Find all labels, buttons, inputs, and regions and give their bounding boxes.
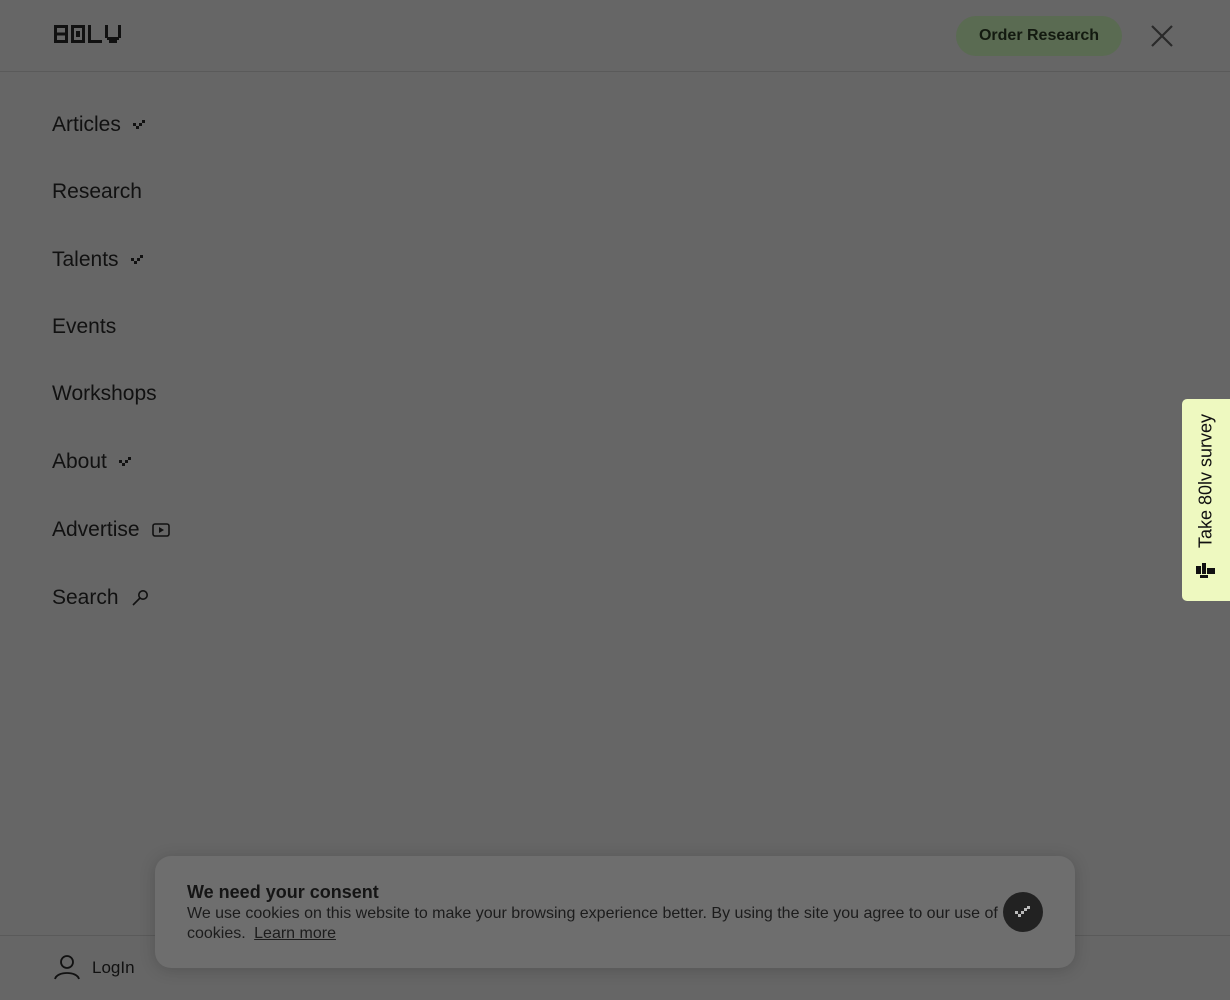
- nav-item-label: Talents: [52, 248, 119, 271]
- consent-title: We need your consent: [187, 882, 379, 902]
- accept-cookies-button[interactable]: [1003, 892, 1043, 932]
- nav-item-advertise[interactable]: Advertise: [52, 510, 170, 550]
- user-icon[interactable]: [54, 954, 80, 985]
- nav-item-label: Events: [52, 315, 117, 338]
- survey-logo-icon: [1196, 563, 1216, 584]
- nav-item-events[interactable]: Events: [52, 307, 116, 347]
- survey-label: Take 80lv survey: [1195, 413, 1216, 549]
- nav-item-label: Research: [52, 180, 142, 203]
- nav-item-label: Workshops: [52, 382, 157, 405]
- nav-item-label: Articles: [52, 113, 121, 136]
- consent-text-block: We use cookies on this website to make y…: [187, 904, 1007, 944]
- nav-item-workshops[interactable]: Workshops: [52, 374, 157, 414]
- logo-mark: [54, 25, 121, 43]
- pixel-check-icon: [1015, 906, 1030, 917]
- nav-item-talents[interactable]: Talents: [52, 240, 145, 280]
- pixel-arrow-icon: [130, 255, 145, 265]
- nav-item-label: Advertise: [52, 518, 140, 541]
- pixel-arrow-icon: [132, 120, 147, 130]
- nav-item-label: Search: [52, 586, 119, 609]
- nav-item-articles[interactable]: Articles: [52, 105, 147, 145]
- learn-more-link[interactable]: Learn more: [254, 925, 336, 942]
- play-icon: [151, 523, 170, 537]
- order-research-button[interactable]: Order Research: [956, 16, 1122, 56]
- header: Order Research: [0, 0, 1230, 72]
- login-link[interactable]: LogIn: [92, 958, 135, 978]
- nav-item-about[interactable]: About: [52, 442, 133, 482]
- nav-item-search[interactable]: Search: [52, 578, 149, 618]
- survey-tab[interactable]: Take 80lv survey: [1182, 399, 1230, 601]
- cookie-consent-banner: We need your consent We use cookies on t…: [155, 856, 1075, 968]
- logo[interactable]: [54, 25, 122, 48]
- nav-item-research[interactable]: Research: [52, 172, 142, 212]
- nav-item-label: About: [52, 450, 107, 473]
- search-icon: [131, 589, 149, 607]
- close-icon[interactable]: [1150, 24, 1174, 48]
- pixel-arrow-icon: [118, 457, 133, 467]
